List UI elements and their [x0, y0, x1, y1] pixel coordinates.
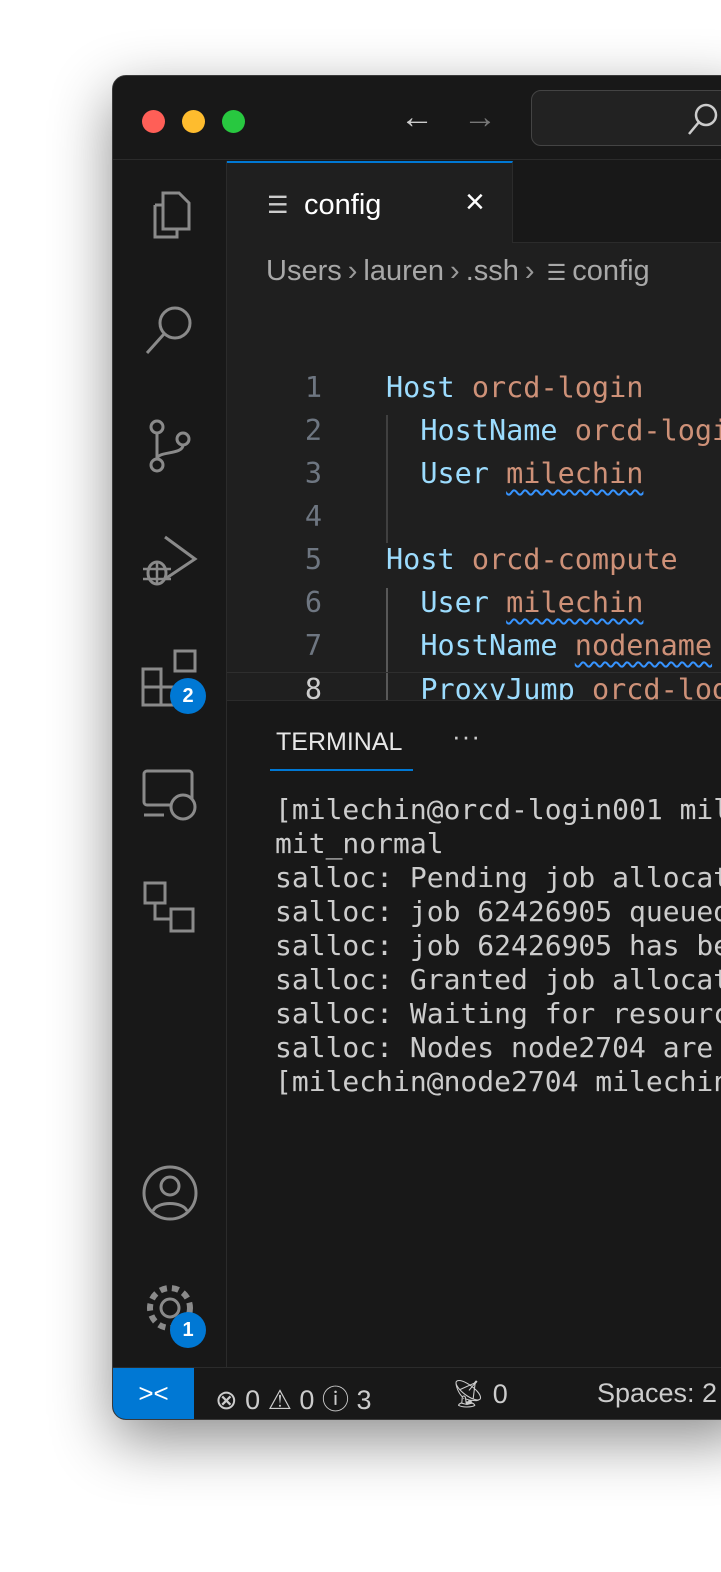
active-tab-indicator	[270, 769, 413, 771]
keyword: Host	[386, 371, 455, 404]
error-count: 0	[245, 1385, 261, 1415]
error-icon: ⊗	[215, 1385, 238, 1415]
more-actions-icon[interactable]: ···	[452, 721, 481, 752]
extensions-badge: 2	[170, 678, 206, 714]
breadcrumb-users[interactable]: Users	[266, 255, 342, 287]
line-number: 3	[304, 457, 322, 490]
minimize-window-button[interactable]	[182, 110, 205, 133]
code-line[interactable]: 5 Host orcd-compute	[227, 543, 721, 586]
code-text: Host orcd-compute	[386, 543, 678, 576]
line-number: 4	[304, 500, 322, 533]
remote-icon: ><	[138, 1378, 169, 1408]
line-number: 6	[304, 586, 322, 619]
tab-config[interactable]: ☰ config ×	[227, 161, 513, 244]
title-bar: ← →	[113, 76, 721, 160]
line-number: 8	[304, 673, 322, 700]
line-number: 1	[304, 371, 322, 404]
breadcrumb-lauren[interactable]: lauren	[363, 255, 444, 287]
code-text: HostName orcd-login	[386, 414, 721, 447]
maximize-window-button[interactable]	[222, 110, 245, 133]
keyword: HostName	[420, 629, 558, 662]
code-line[interactable]: 8 ProxyJump orcd-login	[227, 672, 721, 700]
code-text: HostName nodename	[386, 629, 712, 662]
timeline-icon[interactable]	[141, 879, 199, 937]
value: orcd-login	[591, 673, 721, 700]
status-bar: >< ⊗ 0 ⚠ 0 ⓘ 3 📡︎ 0 Spaces: 2	[113, 1367, 721, 1419]
file-lines-icon: ☰	[546, 260, 567, 285]
value: milechin	[506, 586, 644, 619]
code-text: User milechin	[386, 586, 643, 619]
editor-tab-bar: ☰ config ×	[227, 161, 721, 244]
settings-badge: 1	[170, 1312, 206, 1348]
terminal-line: salloc: Granted job allocation	[275, 963, 721, 996]
vscode-window: ← → 2 1 ☰ config × Users › lauren › .ssh › ☰ co…	[112, 75, 721, 1420]
terminal-line: [milechin@orcd-login001 milechin]$	[275, 793, 721, 826]
breadcrumb-config[interactable]: config	[572, 255, 649, 287]
value: orcd-compute	[471, 543, 678, 576]
forward-button[interactable]: →	[463, 98, 497, 137]
close-tab-icon[interactable]: ×	[465, 183, 485, 222]
warning-count: 0	[299, 1385, 315, 1415]
keyword: User	[420, 457, 489, 490]
close-window-button[interactable]	[142, 110, 165, 133]
terminal-line: salloc: job 62426905 queued	[275, 895, 721, 928]
line-number: 7	[304, 629, 322, 662]
terminal-output[interactable]: [milechin@orcd-login001 milechin]$mit_no…	[275, 793, 721, 1099]
ports-count: 0	[492, 1379, 508, 1409]
code-line[interactable]: 2 HostName orcd-login	[227, 414, 721, 457]
terminal-line: salloc: Waiting for resource	[275, 997, 721, 1030]
source-control-icon[interactable]	[141, 417, 199, 475]
breadcrumb: Users › lauren › .ssh › ☰ config	[266, 255, 650, 287]
tab-terminal[interactable]: TERMINAL	[276, 728, 402, 757]
terminal-line: salloc: job 62426905 has been	[275, 929, 721, 962]
explorer-icon[interactable]	[141, 185, 199, 243]
search-icon[interactable]	[141, 301, 199, 359]
code-text: Host orcd-login	[386, 371, 643, 404]
info-icon: ⓘ	[321, 1385, 349, 1415]
editor[interactable]: Users › lauren › .ssh › ☰ config 1 Host orcd-log…	[227, 243, 721, 700]
ports-status[interactable]: 📡︎ 0	[451, 1378, 508, 1410]
keyword: ProxyJump	[420, 673, 575, 700]
value: milechin	[506, 457, 644, 490]
keyword: User	[420, 586, 489, 619]
terminal-line: salloc: Pending job allocation	[275, 861, 721, 894]
activity-bar: 2 1	[113, 161, 227, 1367]
accounts-icon[interactable]	[141, 1164, 199, 1222]
code-text: ProxyJump orcd-login	[386, 673, 721, 700]
search-icon	[688, 103, 718, 135]
line-number: 2	[304, 414, 322, 447]
code-line[interactable]: 6 User milechin	[227, 586, 721, 629]
problems-status[interactable]: ⊗ 0 ⚠ 0 ⓘ 3	[215, 1378, 372, 1417]
code-text: User milechin	[386, 457, 643, 490]
keyword: Host	[386, 543, 455, 576]
broadcast-icon: 📡︎	[451, 1379, 486, 1409]
indentation-status[interactable]: Spaces: 2	[597, 1378, 717, 1409]
keyword: HostName	[420, 414, 558, 447]
back-button[interactable]: ←	[400, 98, 434, 137]
warning-icon: ⚠	[267, 1385, 292, 1415]
breadcrumb-ssh[interactable]: .ssh	[466, 255, 519, 287]
line-number: 5	[304, 543, 322, 576]
code-line[interactable]: 3 User milechin	[227, 457, 721, 500]
terminal-line: [milechin@node2704 milechin]$	[275, 1065, 721, 1098]
terminal-line: salloc: Nodes node2704 are	[275, 1031, 714, 1064]
remote-indicator-button[interactable]: ><	[113, 1368, 194, 1419]
terminal-line: mit_normal	[275, 827, 444, 860]
code-line[interactable]: 1 Host orcd-login	[227, 371, 721, 414]
info-count: 3	[356, 1385, 372, 1415]
remote-explorer-icon[interactable]	[141, 765, 199, 823]
terminal-panel: TERMINAL ··· [milechin@orcd-login001 mil…	[227, 700, 721, 1367]
file-lines-icon: ☰	[267, 192, 289, 219]
command-center-search[interactable]	[531, 90, 721, 146]
code-line[interactable]: 4	[227, 500, 721, 543]
value: nodename	[574, 629, 713, 662]
run-debug-icon[interactable]	[141, 531, 199, 589]
code-line[interactable]: 7 HostName nodename	[227, 629, 721, 672]
value: orcd-login	[471, 371, 644, 404]
value: orcd-login	[574, 414, 721, 447]
tab-label: config	[304, 189, 382, 221]
